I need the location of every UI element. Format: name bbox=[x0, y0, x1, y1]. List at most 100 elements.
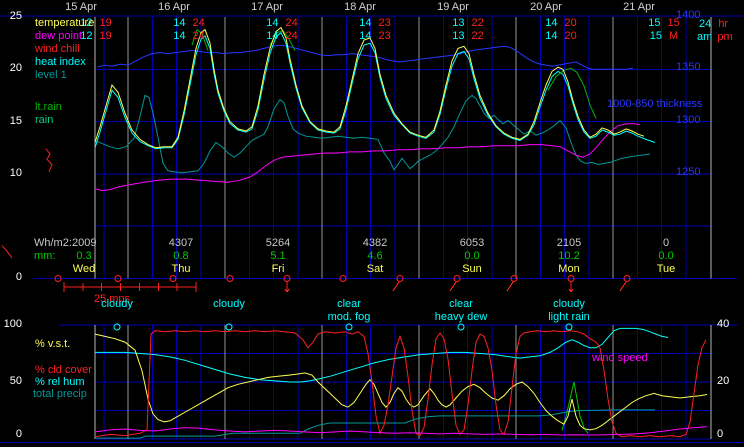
condition-line1: clear bbox=[337, 298, 361, 310]
temp-minmax-min: 14 bbox=[266, 17, 279, 29]
units-ampm: am pm bbox=[697, 32, 733, 43]
temp-minmax: 14 23 bbox=[359, 18, 391, 29]
precip-value: 5.1 bbox=[270, 250, 286, 262]
hr24-value: 24 bbox=[699, 18, 712, 30]
axis-tick-bottom-left: 50 bbox=[9, 375, 22, 387]
units-24hr: 24 hr bbox=[699, 19, 728, 30]
axis-tick-bottom-right: 20 bbox=[717, 375, 730, 387]
precip-value: 0.3 bbox=[76, 250, 92, 262]
condition-line2: mod. fog bbox=[327, 311, 371, 323]
dew-minmax-max: 24 bbox=[192, 30, 205, 42]
precip-value: 4.6 bbox=[367, 250, 383, 262]
dew-minmax-max: 24 bbox=[285, 30, 298, 42]
legend-top-item: heat index bbox=[35, 56, 86, 68]
meteogram-screen: 24 hr am pm 1000-850 thickness Wh/m2: 20… bbox=[0, 0, 744, 447]
condition-line1: cloudy bbox=[101, 298, 133, 310]
condition-line2: heavy dew bbox=[434, 311, 488, 323]
dew-minmax-min: 14 bbox=[545, 30, 558, 42]
date-label: 15 Apr bbox=[65, 1, 97, 13]
day-label: Mon bbox=[558, 263, 580, 275]
date-label: 18 Apr bbox=[344, 1, 376, 13]
legend-bottom-item: % cld cover bbox=[35, 364, 92, 376]
legend-top-item: temperature bbox=[35, 17, 95, 29]
solar-value: 0 bbox=[662, 237, 670, 249]
temp-minmax-max: 19 bbox=[99, 17, 112, 29]
axis-tick-bottom-right: 0 bbox=[717, 428, 724, 440]
dew-minmax: 14 24 bbox=[266, 31, 298, 42]
temp-minmax-max: 22 bbox=[471, 17, 484, 29]
dew-minmax: 14 23 bbox=[359, 31, 391, 42]
legend-bottom-item: % v.s.t. bbox=[35, 338, 71, 350]
condition-line1: clear bbox=[449, 298, 473, 310]
temp-minmax-min: 14 bbox=[359, 17, 372, 29]
precip-value: 0.0 bbox=[464, 250, 480, 262]
date-label: 17 Apr bbox=[251, 1, 283, 13]
temp-minmax-min: 13 bbox=[452, 17, 465, 29]
temp-minmax-min: 14 bbox=[545, 17, 558, 29]
dew-minmax: 12 19 bbox=[80, 31, 112, 42]
temp-minmax-min: 15 bbox=[648, 17, 661, 29]
axis-tick-top-left: 25 bbox=[9, 10, 22, 22]
wind-speed-label: wind speed bbox=[592, 352, 648, 364]
date-label: 20 Apr bbox=[530, 1, 562, 13]
solar-value: 2105 bbox=[556, 237, 582, 249]
ampm-pm: pm bbox=[717, 31, 733, 43]
ampm-am: am bbox=[697, 31, 713, 43]
condition-line1: cloudy bbox=[553, 298, 585, 310]
axis-tick-bottom-left: 100 bbox=[3, 318, 22, 330]
thickness-label: 1000-850 thickness bbox=[607, 98, 703, 110]
axis-tick-top-left: 10 bbox=[9, 167, 22, 179]
label-layer: 24 hr am pm 1000-850 thickness Wh/m2: 20… bbox=[0, 0, 744, 447]
solar-value: 5264 bbox=[265, 237, 291, 249]
axis-tick-top-right: 1400 bbox=[676, 9, 701, 21]
date-label: 19 Apr bbox=[437, 1, 469, 13]
hr24-unit: hr bbox=[718, 18, 729, 30]
legend-rain-item: rain bbox=[35, 114, 54, 126]
axis-tick-top-right: 1250 bbox=[676, 166, 701, 178]
legend-bottom-item: % rel hum bbox=[35, 376, 85, 388]
temp-minmax-max: 24 bbox=[192, 17, 205, 29]
dew-minmax-min: 14 bbox=[359, 30, 372, 42]
dew-minmax: 14 24 bbox=[173, 31, 205, 42]
day-label: Wed bbox=[72, 263, 96, 275]
axis-tick-bottom-left: 0 bbox=[15, 428, 22, 440]
solar-value: 4382 bbox=[362, 237, 388, 249]
dew-minmax-max: 22 bbox=[471, 30, 484, 42]
dew-minmax-max: 23 bbox=[378, 30, 391, 42]
temp-minmax-max: 23 bbox=[378, 17, 391, 29]
dew-minmax-min: 14 bbox=[266, 30, 279, 42]
solar-value: 4307 bbox=[168, 237, 194, 249]
axis-tick-top-left: 0 bbox=[15, 271, 22, 283]
legend-top-item: wind chill bbox=[35, 43, 80, 55]
temp-minmax-max: 24 bbox=[285, 17, 298, 29]
solar-value: 6053 bbox=[459, 237, 485, 249]
dew-minmax-min: 15 bbox=[649, 30, 663, 42]
temp-minmax: 14 24 bbox=[266, 18, 298, 29]
precip-value: 0.8 bbox=[173, 250, 189, 262]
dew-minmax-max: M bbox=[669, 30, 679, 42]
condition-line2: light rain bbox=[548, 311, 590, 323]
day-label: Tue bbox=[656, 263, 676, 275]
day-label: Thu bbox=[171, 263, 191, 275]
legend-rain-item: lt.rain bbox=[35, 101, 62, 113]
precip-value: 0.0 bbox=[658, 250, 674, 262]
temp-minmax: 13 22 bbox=[452, 18, 484, 29]
legend-bottom-item: total precip bbox=[33, 388, 87, 400]
date-label: 16 Apr bbox=[158, 1, 190, 13]
axis-tick-top-right: 1300 bbox=[676, 114, 701, 126]
axis-tick-bottom-right: 40 bbox=[717, 318, 730, 330]
dew-minmax: 13 22 bbox=[452, 31, 484, 42]
dew-minmax: 15 M bbox=[650, 31, 678, 42]
solar-first-value: 2009 bbox=[72, 237, 97, 249]
precip-row-label: mm: bbox=[34, 250, 56, 262]
date-label: 21 Apr bbox=[623, 1, 655, 13]
day-label: Sun bbox=[462, 263, 482, 275]
dew-minmax-max: 19 bbox=[99, 30, 112, 42]
legend-top-item: dew point bbox=[35, 30, 83, 42]
dew-minmax-min: 13 bbox=[452, 30, 465, 42]
temp-minmax: 14 20 bbox=[545, 18, 577, 29]
dew-minmax: 14 20 bbox=[545, 31, 577, 42]
solar-row-label: Wh/m2: bbox=[34, 237, 72, 249]
temp-minmax-max: 20 bbox=[564, 17, 577, 29]
axis-tick-top-left: 20 bbox=[9, 62, 22, 74]
